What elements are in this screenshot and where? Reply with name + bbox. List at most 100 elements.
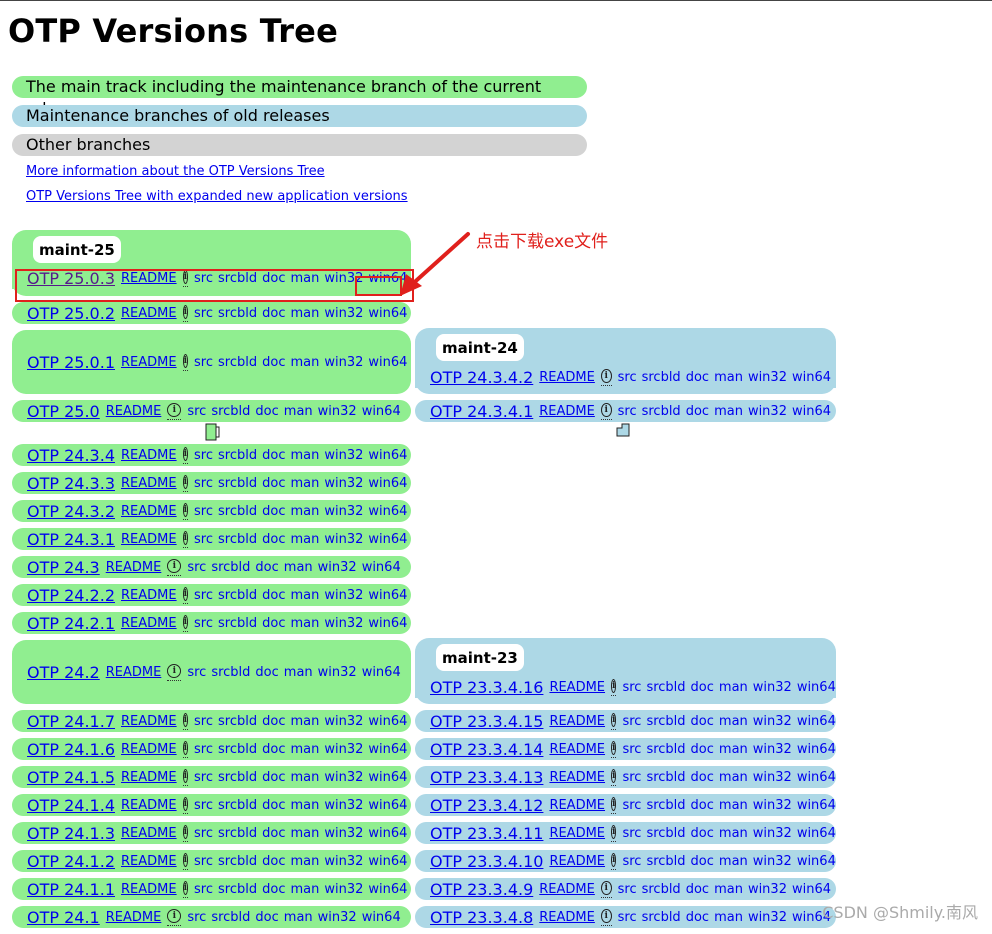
readme-link[interactable]: README [121, 355, 177, 370]
download-man-link[interactable]: man [290, 306, 319, 321]
download-doc-link[interactable]: doc [691, 742, 714, 757]
download-doc-link[interactable]: doc [686, 882, 709, 897]
version-link[interactable]: OTP 24.3.4 [27, 446, 115, 465]
download-src-link[interactable]: src [194, 798, 213, 813]
info-icon[interactable]: i [167, 664, 182, 681]
readme-link[interactable]: README [549, 742, 605, 757]
download-man-link[interactable]: man [714, 910, 743, 925]
download-doc-link[interactable]: doc [691, 798, 714, 813]
download-win32-link[interactable]: win32 [318, 404, 357, 419]
readme-link[interactable]: README [539, 370, 595, 385]
download-src-link[interactable]: src [194, 448, 213, 463]
download-win64-link[interactable]: win64 [797, 742, 836, 757]
download-src-link[interactable]: src [194, 476, 213, 491]
download-win32-link[interactable]: win32 [324, 770, 363, 785]
download-src-link[interactable]: src [187, 404, 206, 419]
download-srcbld-link[interactable]: srcbld [218, 826, 257, 841]
download-win32-link[interactable]: win32 [324, 826, 363, 841]
readme-link[interactable]: README [549, 798, 605, 813]
download-src-link[interactable]: src [618, 404, 637, 419]
version-link[interactable]: OTP 25.0.1 [27, 353, 115, 372]
download-srcbld-link[interactable]: srcbld [218, 504, 257, 519]
readme-link[interactable]: README [121, 882, 177, 897]
download-man-link[interactable]: man [719, 798, 748, 813]
readme-link[interactable]: README [549, 680, 605, 695]
download-doc-link[interactable]: doc [255, 665, 278, 680]
readme-link[interactable]: README [106, 910, 162, 925]
info-icon[interactable]: i [611, 825, 617, 842]
download-src-link[interactable]: src [194, 504, 213, 519]
download-win32-link[interactable]: win32 [318, 560, 357, 575]
download-srcbld-link[interactable]: srcbld [218, 714, 257, 729]
download-man-link[interactable]: man [290, 448, 319, 463]
readme-link[interactable]: README [121, 476, 177, 491]
info-icon[interactable]: i [182, 825, 189, 842]
download-win32-link[interactable]: win32 [324, 504, 363, 519]
readme-link[interactable]: README [539, 404, 595, 419]
download-win64-link[interactable]: win64 [368, 355, 407, 370]
download-doc-link[interactable]: doc [262, 714, 285, 729]
readme-link[interactable]: README [121, 448, 177, 463]
version-link[interactable]: OTP 24.1.2 [27, 852, 115, 871]
download-srcbld-link[interactable]: srcbld [211, 560, 250, 575]
info-icon[interactable]: i [182, 615, 189, 632]
download-win32-link[interactable]: win32 [748, 370, 787, 385]
download-man-link[interactable]: man [284, 560, 313, 575]
readme-link[interactable]: README [121, 532, 177, 547]
download-doc-link[interactable]: doc [686, 370, 709, 385]
download-src-link[interactable]: src [187, 560, 206, 575]
readme-link[interactable]: README [121, 798, 177, 813]
version-link[interactable]: OTP 23.3.4.16 [430, 678, 543, 697]
download-doc-link[interactable]: doc [262, 532, 285, 547]
readme-link[interactable]: README [121, 770, 177, 785]
download-win32-link[interactable]: win32 [753, 714, 792, 729]
download-win32-link[interactable]: win32 [324, 532, 363, 547]
info-icon[interactable]: i [182, 531, 189, 548]
download-doc-link[interactable]: doc [262, 355, 285, 370]
download-srcbld-link[interactable]: srcbld [218, 854, 257, 869]
readme-link[interactable]: README [106, 404, 162, 419]
download-man-link[interactable]: man [714, 404, 743, 419]
download-win32-link[interactable]: win32 [324, 476, 363, 491]
download-man-link[interactable]: man [290, 588, 319, 603]
download-man-link[interactable]: man [290, 504, 319, 519]
download-doc-link[interactable]: doc [262, 742, 285, 757]
info-icon[interactable]: i [600, 909, 612, 926]
info-icon[interactable]: i [167, 909, 182, 926]
download-src-link[interactable]: src [622, 770, 641, 785]
readme-link[interactable]: README [106, 560, 162, 575]
download-win64-link[interactable]: win64 [792, 404, 831, 419]
download-man-link[interactable]: man [719, 826, 748, 841]
download-win64-link[interactable]: win64 [368, 504, 407, 519]
download-doc-link[interactable]: doc [691, 854, 714, 869]
download-srcbld-link[interactable]: srcbld [218, 616, 257, 631]
download-srcbld-link[interactable]: srcbld [211, 910, 250, 925]
info-icon[interactable]: i [611, 713, 617, 730]
info-icon[interactable]: i [182, 475, 189, 492]
download-man-link[interactable]: man [290, 826, 319, 841]
download-srcbld-link[interactable]: srcbld [646, 680, 685, 695]
download-srcbld-link[interactable]: srcbld [646, 826, 685, 841]
version-link[interactable]: OTP 24.1.3 [27, 824, 115, 843]
version-link[interactable]: OTP 24.2.2 [27, 586, 115, 605]
download-doc-link[interactable]: doc [686, 910, 709, 925]
download-win32-link[interactable]: win32 [324, 306, 363, 321]
version-link[interactable]: OTP 25.0 [27, 402, 100, 421]
download-doc-link[interactable]: doc [262, 826, 285, 841]
download-man-link[interactable]: man [284, 404, 313, 419]
download-src-link[interactable]: src [622, 798, 641, 813]
download-win32-link[interactable]: win32 [753, 742, 792, 757]
info-icon[interactable]: i [611, 769, 617, 786]
expanded-tree-link[interactable]: OTP Versions Tree with expanded new appl… [26, 189, 408, 204]
download-srcbld-link[interactable]: srcbld [218, 306, 257, 321]
info-icon[interactable]: i [611, 853, 617, 870]
download-win64-link[interactable]: win64 [368, 826, 407, 841]
download-win64-link[interactable]: win64 [368, 588, 407, 603]
download-srcbld-link[interactable]: srcbld [218, 742, 257, 757]
more-info-link[interactable]: More information about the OTP Versions … [26, 164, 325, 179]
download-src-link[interactable]: src [622, 714, 641, 729]
download-src-link[interactable]: src [622, 826, 641, 841]
download-win64-link[interactable]: win64 [368, 306, 407, 321]
download-win64-link[interactable]: win64 [368, 616, 407, 631]
readme-link[interactable]: README [549, 714, 605, 729]
